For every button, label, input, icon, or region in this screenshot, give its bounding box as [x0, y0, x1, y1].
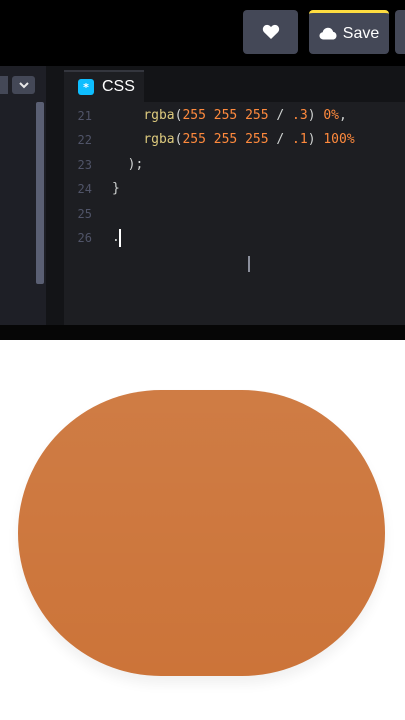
save-label: Save	[342, 24, 380, 42]
heart-button[interactable]	[243, 10, 298, 54]
code-token: /	[268, 132, 293, 148]
code-token: .3	[292, 108, 308, 123]
code-line[interactable]: 22 rgba(255 255 255 / .1) 100%	[64, 128, 405, 152]
code-token: rgba	[143, 108, 175, 123]
text-cursor-ibeam	[246, 256, 252, 272]
code-token: 0%	[323, 108, 339, 123]
code-token: rgba	[143, 132, 175, 148]
code-token: .1	[292, 132, 308, 148]
code-token: );	[127, 156, 144, 172]
left-editor-tab[interactable]	[0, 76, 8, 94]
text-caret	[119, 229, 121, 247]
code-token: )	[307, 108, 324, 123]
code-text: );	[112, 153, 144, 177]
line-number: 26	[77, 231, 92, 245]
save-options-button[interactable]	[395, 10, 405, 54]
code-token: 255 255 255	[182, 108, 269, 123]
cloud-icon	[319, 27, 337, 40]
code-editor[interactable]: 21 rgba(255 255 255 / .3) 0%, 22 rgba(255…	[64, 104, 405, 325]
code-token: 100%	[323, 132, 355, 148]
line-number: 25	[77, 206, 92, 221]
css-editor-pane: * CSS 21 rgba(255 255 255 / .3) 0%, 22 rg…	[64, 66, 405, 325]
left-editor-scrollbar[interactable]	[36, 102, 44, 284]
tab-css[interactable]: * CSS	[64, 70, 144, 102]
code-text: rgba(255 255 255 / .1) 100%	[112, 128, 355, 152]
code-token: ,	[339, 108, 347, 123]
code-line[interactable]: 23 );	[64, 153, 405, 177]
code-text: rgba(255 255 255 / .3) 0%,	[112, 104, 347, 128]
code-line[interactable]: 21 rgba(255 255 255 / .3) 0%,	[64, 104, 405, 128]
editor-settings-dropdown[interactable]	[12, 76, 35, 94]
code-line[interactable]: 25	[64, 202, 405, 226]
line-number: 23	[77, 157, 92, 172]
line-number: 22	[77, 133, 92, 148]
code-token: )	[307, 132, 324, 148]
tab-css-label: CSS	[102, 78, 135, 95]
code-line[interactable]: 26.	[64, 226, 405, 250]
chevron-down-icon	[18, 81, 29, 88]
pane-resize-divider[interactable]	[0, 325, 405, 340]
css-editor-tabbar: * CSS	[64, 66, 405, 102]
code-line[interactable]: 24}	[64, 177, 405, 201]
left-editor-pane	[0, 66, 46, 325]
result-preview	[0, 340, 405, 720]
heart-icon	[262, 24, 279, 39]
orange-pill-shape	[18, 390, 385, 676]
code-token: }	[112, 181, 120, 197]
left-editor-header	[0, 74, 46, 96]
code-token: 255 255 255	[182, 132, 269, 148]
line-number: 21	[77, 109, 92, 123]
save-button[interactable]: Save	[309, 10, 389, 54]
code-token: /	[268, 108, 293, 123]
css-asterisk-icon: *	[78, 79, 94, 95]
line-number: 24	[77, 182, 92, 197]
editor-area: * CSS 21 rgba(255 255 255 / .3) 0%, 22 rg…	[0, 66, 405, 325]
code-text: }	[112, 177, 120, 201]
top-toolbar: Save	[0, 0, 405, 66]
